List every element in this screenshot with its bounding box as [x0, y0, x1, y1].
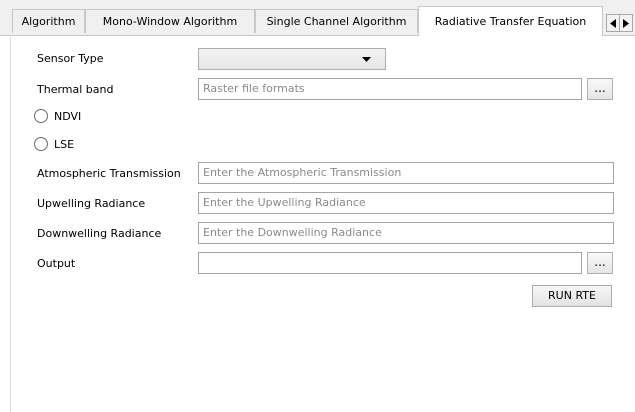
tab-mono-window-algorithm[interactable]: Mono-Window Algorithm: [85, 9, 255, 33]
tab-label: Radiative Transfer Equation: [434, 15, 587, 28]
tab-algorithm[interactable]: Algorithm: [12, 9, 85, 33]
arrow-left-icon: [610, 19, 616, 28]
downwelling-radiance-input[interactable]: Enter the Downwelling Radiance: [198, 222, 614, 244]
atmospheric-transmission-label: Atmospheric Transmission: [37, 167, 181, 180]
chevron-down-icon: [362, 57, 371, 62]
sensor-type-dropdown[interactable]: [198, 48, 386, 70]
thermal-band-input[interactable]: Raster file formats: [198, 78, 582, 100]
tab-scroll-right-button[interactable]: [619, 14, 633, 32]
tab-bar: Algorithm Mono-Window Algorithm Single C…: [0, 0, 635, 36]
output-input[interactable]: [198, 252, 582, 274]
ndvi-label: NDVI: [54, 110, 82, 123]
atmospheric-transmission-input[interactable]: Enter the Atmospheric Transmission: [198, 162, 614, 184]
tab-single-channel-algorithm[interactable]: Single Channel Algorithm: [255, 9, 418, 33]
tab-label: Mono-Window Algorithm: [102, 15, 238, 28]
sensor-type-label: Sensor Type: [37, 52, 104, 65]
output-label: Output: [37, 257, 76, 270]
tab-label: Single Channel Algorithm: [266, 15, 407, 28]
thermal-band-browse-button[interactable]: ...: [587, 78, 613, 100]
lse-radio[interactable]: [34, 137, 48, 151]
ndvi-radio[interactable]: [34, 109, 48, 123]
thermal-band-label: Thermal band: [37, 83, 114, 96]
lse-label: LSE: [54, 138, 75, 151]
tab-radiative-transfer-equation[interactable]: Radiative Transfer Equation: [418, 6, 603, 36]
downwelling-radiance-label: Downwelling Radiance: [37, 227, 162, 240]
rte-panel: Sensor Type Thermal band Raster file for…: [0, 36, 635, 412]
arrow-right-icon: [623, 19, 629, 28]
run-rte-button[interactable]: RUN RTE: [532, 285, 612, 307]
upwelling-radiance-label: Upwelling Radiance: [37, 197, 146, 210]
upwelling-radiance-input[interactable]: Enter the Upwelling Radiance: [198, 192, 614, 214]
panel-left-border: [10, 36, 11, 412]
tab-scroll-left-button[interactable]: [606, 14, 620, 32]
output-browse-button[interactable]: ...: [587, 252, 613, 274]
tab-label: Algorithm: [21, 15, 76, 28]
